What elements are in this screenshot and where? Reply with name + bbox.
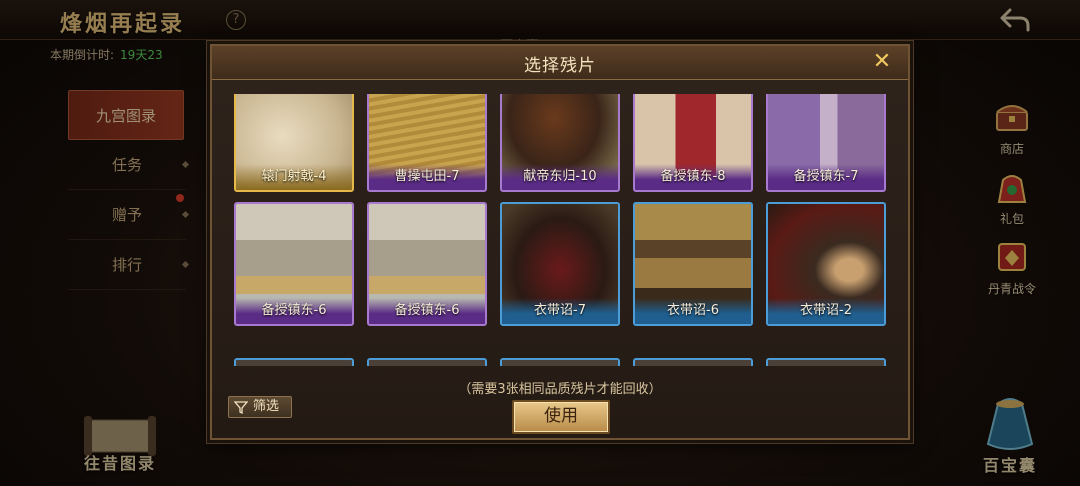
filter-button[interactable]: 筛选 [228,396,292,418]
fragment-card[interactable] [367,358,487,366]
card-label: 备授镇东-6 [369,298,485,324]
fragment-card[interactable]: 备授镇东-6 [367,202,487,326]
fragment-card[interactable]: 衣带诏-6 [633,202,753,326]
card-label: 备授镇东-8 [635,164,751,190]
fragment-card[interactable]: 衣带诏-7 [500,202,620,326]
fragment-card[interactable]: 献帝东归-10 [500,94,620,192]
use-button[interactable]: 使用 [512,400,610,434]
recycle-hint: （需要3张相同品质残片才能回收） [458,382,662,397]
card-label: 辕门射戟-4 [236,164,352,190]
fragment-card[interactable]: 备授镇东-7 [766,94,886,192]
filter-funnel-icon [234,401,248,414]
card-art [635,360,751,366]
fragment-card[interactable]: 辕门射戟-4 [234,94,354,192]
fragment-card[interactable] [766,358,886,366]
card-art [768,360,884,366]
card-label: 衣带诏-7 [502,298,618,324]
fragment-card[interactable]: 衣带诏-2 [766,202,886,326]
filter-label: 筛选 [253,399,280,414]
fragment-card[interactable]: 备授镇东-8 [633,94,753,192]
card-art [369,360,485,366]
card-label: 衣带诏-2 [768,298,884,324]
fragment-card[interactable]: 曹操屯田-7 [367,94,487,192]
dialog-header: 选择残片 ✕ [212,46,908,80]
fragment-card[interactable]: 备授镇东-6 [234,202,354,326]
card-art [502,360,618,366]
fragment-card[interactable] [500,358,620,366]
card-label: 献帝东归-10 [502,164,618,190]
fragment-card[interactable] [234,358,354,366]
fragment-card[interactable] [633,358,753,366]
fragment-grid: 辕门射戟-4 曹操屯田-7 献帝东归-10 备授镇东-8 备授镇东-7 备授镇东… [224,94,898,366]
card-label: 曹操屯田-7 [369,164,485,190]
card-art [236,360,352,366]
close-icon[interactable]: ✕ [870,51,894,75]
card-label: 衣带诏-6 [635,298,751,324]
card-label: 备授镇东-6 [236,298,352,324]
dialog-title: 选择残片 [524,56,596,76]
card-label: 备授镇东-7 [768,164,884,190]
select-fragment-dialog: 选择残片 ✕ 辕门射戟-4 曹操屯田-7 献帝东归-10 备授镇东-8 备授镇东… [210,44,910,440]
